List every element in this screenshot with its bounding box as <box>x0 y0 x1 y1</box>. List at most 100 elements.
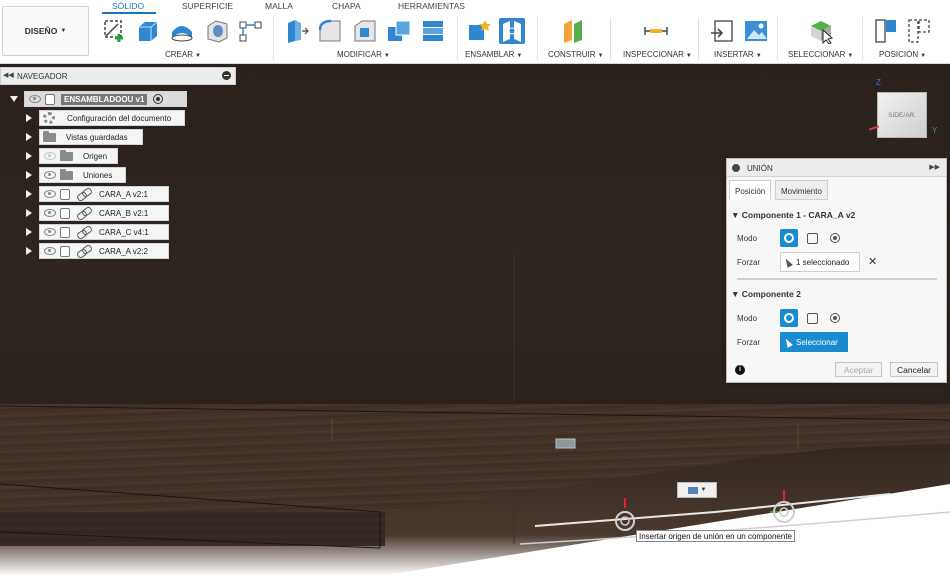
tree-item-saved-views[interactable]: Vistas guardadas <box>39 129 143 145</box>
divider <box>273 18 274 60</box>
insert-derive-icon[interactable] <box>709 18 735 44</box>
group-modificar[interactable]: MODIFICAR ▼ <box>337 50 390 59</box>
divider <box>537 18 538 60</box>
visibility-eye-icon[interactable] <box>44 171 56 179</box>
visibility-eye-icon[interactable] <box>44 247 56 255</box>
tab-malla[interactable]: MALLA <box>265 1 293 11</box>
extrude-icon[interactable] <box>135 18 161 44</box>
tree-item-origin[interactable]: Origen <box>39 148 118 164</box>
tab-herramientas[interactable]: HERRAMIENTAS <box>398 1 465 11</box>
insert-image-icon[interactable] <box>743 18 769 44</box>
clear-selection-icon[interactable]: ✕ <box>868 255 877 268</box>
component2-snap-selection[interactable]: Seleccionar <box>780 332 848 352</box>
capture-position-icon[interactable] <box>873 18 899 44</box>
mode-simple-icon <box>784 313 794 323</box>
info-icon[interactable]: i <box>735 365 745 375</box>
group-posicion[interactable]: POSICIÓN ▼ <box>879 50 926 59</box>
component1-snap-selection[interactable]: 1 seleccionado <box>780 252 860 272</box>
tree-item-label: Origen <box>83 151 108 161</box>
mode-center-button[interactable] <box>826 229 844 247</box>
mode-simple-button[interactable] <box>780 309 798 327</box>
expand-arrow-icon[interactable] <box>26 228 32 236</box>
select-icon[interactable] <box>808 18 834 44</box>
revolve-icon[interactable] <box>169 18 195 44</box>
joint-icon[interactable] <box>499 18 525 44</box>
link-icon <box>77 189 91 199</box>
expand-arrow-icon[interactable] <box>10 96 18 102</box>
joint-origin-marker[interactable] <box>768 488 802 528</box>
tree-item-component[interactable]: CARA_B v2:1 <box>39 205 169 221</box>
tree-item-joints[interactable]: Uniones <box>39 167 126 183</box>
snap-label: Forzar <box>737 338 761 347</box>
create-sketch-icon[interactable] <box>102 18 128 44</box>
dialog-title: UNIÓN <box>747 164 773 173</box>
offset-plane-icon[interactable] <box>561 18 587 44</box>
tab-motion[interactable]: Movimiento <box>775 180 828 200</box>
chevron-down-icon: ▼ <box>700 487 707 493</box>
divider <box>698 18 699 60</box>
mini-toolbar[interactable]: ▼ <box>677 482 717 498</box>
component1-snap-value: 1 seleccionado <box>796 257 850 267</box>
expand-arrow-icon[interactable] <box>26 133 32 141</box>
group-inspeccionar[interactable]: INSPECCIONAR ▼ <box>623 50 692 59</box>
mode-between-button[interactable] <box>803 309 821 327</box>
group-insertar[interactable]: INSERTAR ▼ <box>714 50 762 59</box>
visibility-eye-icon[interactable] <box>44 228 56 236</box>
stop-icon[interactable] <box>732 164 740 172</box>
combine-icon[interactable] <box>386 18 412 44</box>
group-construir[interactable]: CONSTRUIR ▼ <box>548 50 604 59</box>
component-icon <box>60 245 70 257</box>
visibility-eye-icon[interactable] <box>44 209 56 217</box>
press-pull-icon[interactable] <box>283 18 309 44</box>
mode-simple-button[interactable] <box>780 229 798 247</box>
navigator-title: NAVEGADOR <box>17 72 68 81</box>
shell-icon[interactable] <box>420 18 446 44</box>
tree-item-component[interactable]: CARA_C v4:1 <box>39 224 169 240</box>
tree-item-component[interactable]: CARA_A v2:2 <box>39 243 169 259</box>
group-insertar-label: INSERTAR <box>714 50 754 59</box>
group-seleccionar[interactable]: SELECCIONAR ▼ <box>788 50 853 59</box>
visibility-eye-icon[interactable] <box>29 95 41 103</box>
tab-chapa[interactable]: CHAPA <box>332 1 361 11</box>
activate-component-icon[interactable] <box>153 94 164 104</box>
chevron-down-icon: ▼ <box>195 53 201 59</box>
tree-root[interactable]: ENSAMBLADOOU v1 <box>24 91 187 107</box>
viewcube[interactable]: SIDE/AR. <box>877 92 927 138</box>
revert-position-icon[interactable] <box>906 18 932 44</box>
pattern-icon[interactable] <box>238 18 264 44</box>
measure-icon[interactable] <box>643 18 669 44</box>
expand-arrow-icon[interactable] <box>26 247 32 255</box>
navigator-options-icon[interactable] <box>222 71 231 80</box>
component2-section-header[interactable]: ▼ Componente 2 <box>731 289 801 299</box>
mode-center-icon <box>830 233 840 243</box>
expand-arrow-icon[interactable] <box>26 209 32 217</box>
expand-arrow-icon[interactable] <box>26 114 32 122</box>
workspace-dropdown[interactable]: DISEÑO ▼ <box>2 6 89 56</box>
cancel-button[interactable]: Cancelar <box>890 362 938 377</box>
expand-arrow-icon[interactable] <box>26 171 32 179</box>
expand-dialog-icon[interactable]: ▶▶ <box>929 163 940 171</box>
tab-position[interactable]: Posición <box>729 180 772 200</box>
tab-solido[interactable]: SÓLIDO <box>112 1 144 11</box>
component2-title: Componente 2 <box>741 289 801 299</box>
new-component-icon[interactable] <box>466 18 492 44</box>
group-crear[interactable]: CREAR ▼ <box>165 50 201 59</box>
mode-between-button[interactable] <box>803 229 821 247</box>
visibility-eye-icon[interactable] <box>44 190 56 198</box>
expand-arrow-icon[interactable] <box>26 152 32 160</box>
divider <box>862 18 863 60</box>
fillet-icon[interactable] <box>317 18 343 44</box>
hole-icon[interactable] <box>204 18 230 44</box>
group-ensamblar[interactable]: ENSAMBLAR ▼ <box>465 50 522 59</box>
tab-superficie[interactable]: SUPERFICIE <box>182 1 233 11</box>
tree-item-document-settings[interactable]: Configuración del documento <box>39 110 185 126</box>
chevron-down-icon: ▼ <box>597 53 604 59</box>
tree-item-component[interactable]: CARA_A v2:1 <box>39 186 169 202</box>
component1-section-header[interactable]: ▼ Componente 1 - CARA_A v2 <box>731 210 855 220</box>
mode-center-button[interactable] <box>826 309 844 327</box>
chamfer-icon[interactable] <box>352 18 378 44</box>
collapse-panel-icon[interactable]: ◀◀ <box>3 71 14 79</box>
visibility-eye-icon[interactable] <box>44 152 56 160</box>
expand-arrow-icon[interactable] <box>26 190 32 198</box>
ok-button[interactable]: Aceptar <box>835 362 882 377</box>
